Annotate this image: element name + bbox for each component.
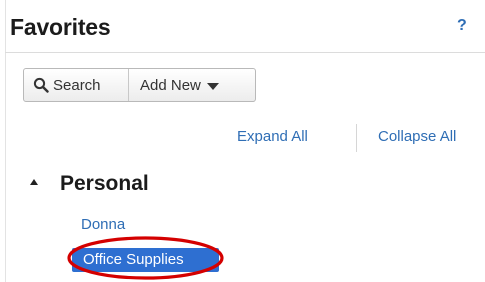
collapse-all-link[interactable]: Collapse All (378, 128, 456, 145)
tree-item-office-supplies[interactable]: Office Supplies (72, 248, 219, 272)
actions-divider (356, 124, 357, 152)
add-new-button-label: Add New (140, 76, 201, 94)
toolbar-button-group: Search Add New (23, 68, 256, 102)
tree-group-personal[interactable]: Personal (60, 172, 149, 196)
help-link[interactable]: ? (457, 17, 467, 35)
header-divider (5, 52, 485, 53)
page-title: Favorites (10, 14, 111, 40)
panel-left-border (5, 0, 6, 282)
add-new-dropdown-button[interactable]: Add New (129, 69, 255, 101)
search-button[interactable]: Search (24, 69, 129, 101)
search-icon (33, 77, 49, 93)
caret-down-icon (206, 83, 219, 90)
search-button-label: Search (53, 76, 101, 94)
expand-all-link[interactable]: Expand All (237, 128, 308, 145)
expand-arrow-icon[interactable] (30, 179, 38, 185)
tree-item-donna[interactable]: Donna (81, 216, 125, 233)
